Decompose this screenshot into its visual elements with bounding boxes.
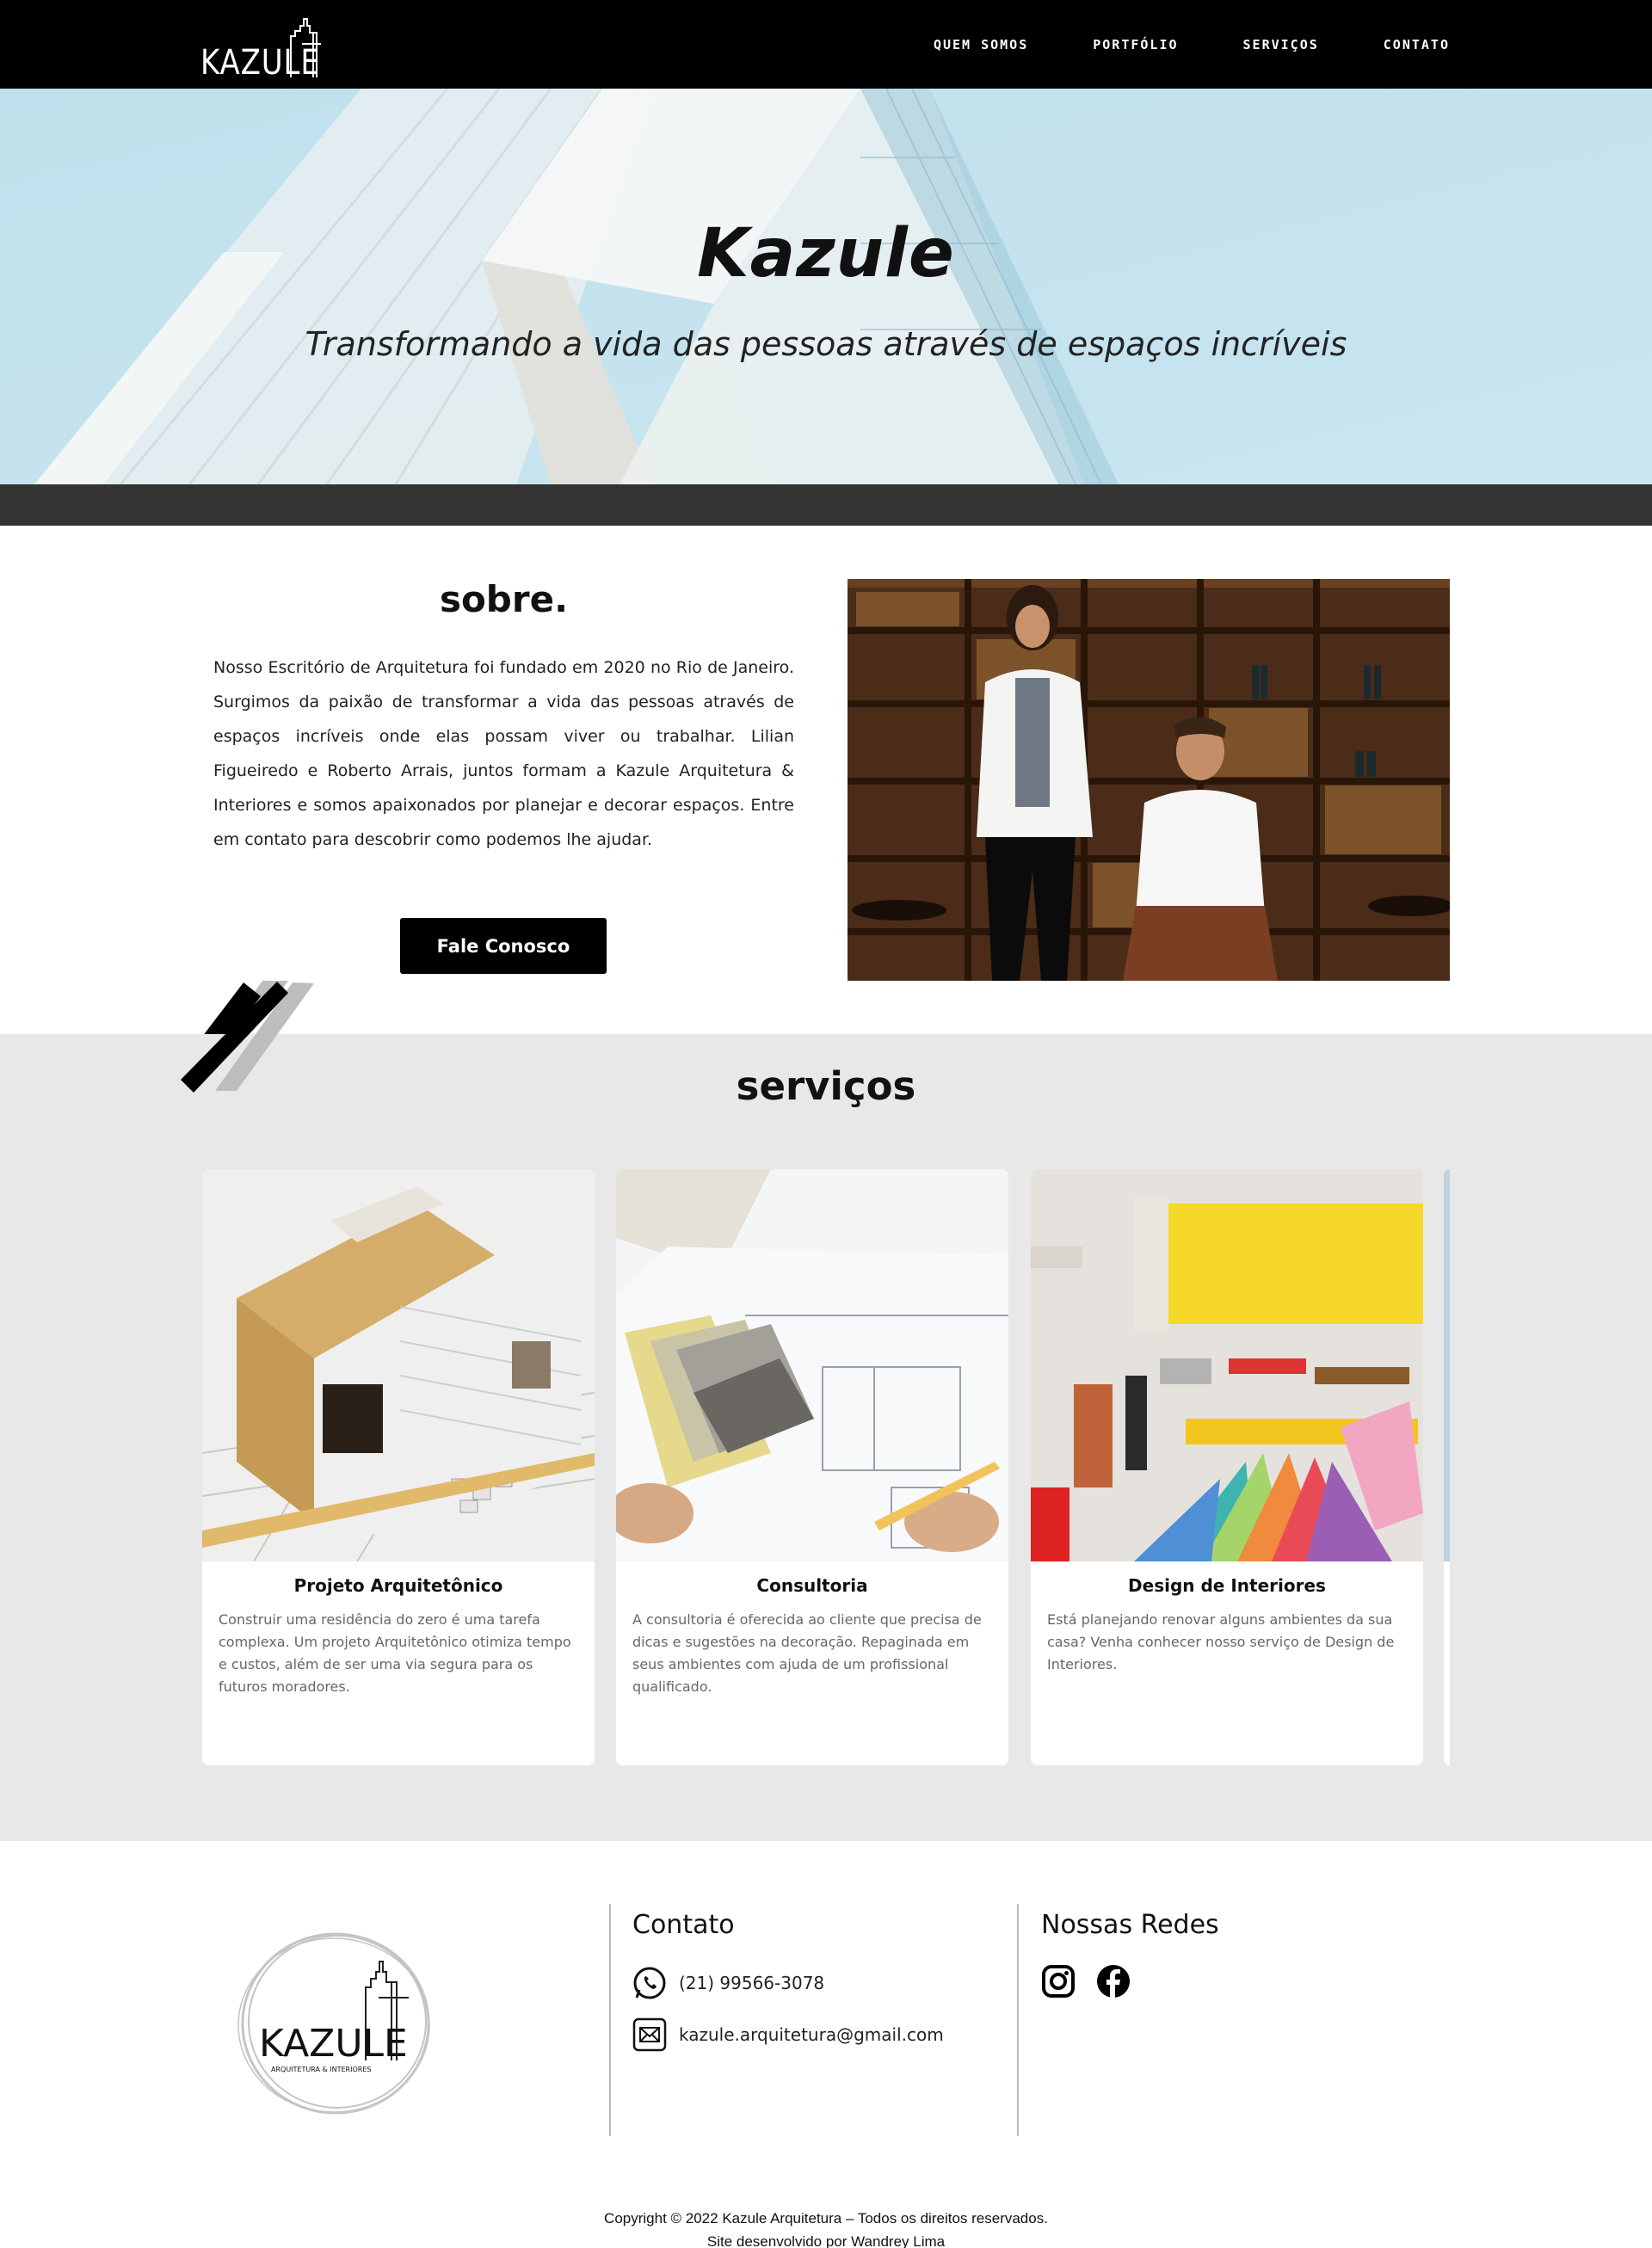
service-card-design[interactable]: Design de Interiores Está planejando ren… bbox=[1031, 1169, 1423, 1765]
copyright-text: Copyright © 2022 Kazule Arquitetura – To… bbox=[604, 2210, 1048, 2226]
nav-portfolio[interactable]: PORTFÓLIO bbox=[1093, 37, 1178, 52]
divider-band bbox=[0, 484, 1652, 526]
nav-servicos[interactable]: SERVIÇOS bbox=[1243, 37, 1319, 52]
whatsapp-icon bbox=[633, 1967, 666, 1999]
card-description: A consultoria é oferecida ao cliente que… bbox=[632, 1611, 982, 1695]
credit-text: Site desenvolvido por Wandrey Lima bbox=[706, 2233, 946, 2248]
email-address: kazule.arquitetura@gmail.com bbox=[679, 2024, 944, 2045]
main-nav: QUEM SOMOS PORTFÓLIO SERVIÇOS CONTATO bbox=[934, 0, 1450, 89]
service-card-next-peek[interactable] bbox=[1444, 1169, 1450, 1765]
redes-title: Nossas Redes bbox=[1041, 1910, 1219, 1940]
facebook-icon[interactable] bbox=[1096, 1964, 1131, 1999]
footer-copyright: Copyright © 2022 Kazule Arquitetura – To… bbox=[0, 2207, 1652, 2248]
consultoria-image bbox=[616, 1169, 1008, 1561]
logo-text: KAZULE bbox=[200, 43, 320, 83]
phone-row[interactable]: (21) 99566-3078 bbox=[632, 1966, 824, 2000]
founders-photo bbox=[848, 579, 1450, 981]
footer-divider bbox=[609, 1904, 611, 2136]
social-links bbox=[1041, 1964, 1131, 1999]
card-description: Construir uma residência do zero é uma t… bbox=[219, 1611, 571, 1695]
email-row[interactable]: kazule.arquitetura@gmail.com bbox=[632, 2017, 944, 2052]
fale-conosco-button[interactable]: Fale Conosco bbox=[400, 918, 607, 974]
service-card-consultoria[interactable]: Consultoria A consultoria é oferecida ao… bbox=[616, 1169, 1008, 1765]
contato-title: Contato bbox=[632, 1910, 735, 1940]
footer-divider bbox=[1017, 1904, 1019, 2136]
email-icon bbox=[632, 2017, 667, 2052]
hero-banner: Kazule Transformando a vida das pessoas … bbox=[0, 89, 1652, 484]
hero-title: Kazule bbox=[697, 215, 955, 293]
top-navbar: KAZULE QUEM SOMOS PORTFÓLIO SERVIÇOS CON… bbox=[0, 0, 1652, 89]
card-title: Consultoria bbox=[756, 1575, 868, 1596]
service-card-projeto[interactable]: Projeto Arquitetônico Construir uma resi… bbox=[202, 1169, 595, 1765]
design-image bbox=[1031, 1169, 1423, 1561]
sobre-text: Nosso Escritório de Arquitetura foi fund… bbox=[213, 658, 794, 849]
nav-quem-somos[interactable]: QUEM SOMOS bbox=[934, 37, 1028, 52]
phone-number: (21) 99566-3078 bbox=[679, 1973, 825, 1993]
projeto-image bbox=[202, 1169, 595, 1561]
kazule-logo[interactable]: KAZULE bbox=[200, 12, 321, 83]
page: KAZULE QUEM SOMOS PORTFÓLIO SERVIÇOS CON… bbox=[0, 0, 1652, 2248]
sobre-title: sobre. bbox=[439, 578, 569, 620]
footer-logo-text: KAZULE bbox=[259, 2022, 408, 2066]
footer-logo: KAZULE ARQUITETURA & INTERIORES bbox=[237, 1927, 435, 2116]
card-description: Está planejando renovar alguns ambientes… bbox=[1047, 1611, 1395, 1672]
nav-contato[interactable]: CONTATO bbox=[1384, 37, 1450, 52]
card-title: Design de Interiores bbox=[1128, 1575, 1326, 1596]
building-icon: KAZULE ARQUITETURA & INTERIORES bbox=[237, 1932, 430, 2115]
instagram-icon[interactable] bbox=[1041, 1964, 1076, 1999]
decorative-stripes-overlay bbox=[181, 982, 314, 1093]
hero-subtitle: Transformando a vida das pessoas através… bbox=[305, 325, 1347, 363]
card-title: Projeto Arquitetônico bbox=[293, 1575, 503, 1596]
footer-logo-tagline: ARQUITETURA & INTERIORES bbox=[271, 2066, 371, 2073]
